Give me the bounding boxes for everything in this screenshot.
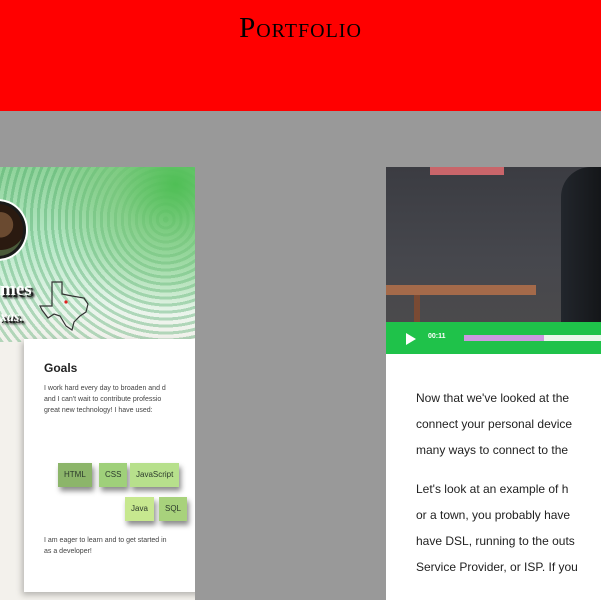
article-line: have DSL, running to the outs [416,534,575,548]
page-title: Portfolio [239,12,362,44]
profile-name: mes [0,279,32,300]
article-line: or a town, you probably have [416,508,571,522]
video-article-card: 00:11 Now that we've looked at the connec… [386,167,601,600]
profile-card: mes xas. Goals I work hard every day to … [0,167,195,600]
profile-location: xas. [0,310,23,325]
video-progress-bar[interactable] [464,335,601,341]
article-line: Now that we've looked at the [416,391,570,405]
avatar [0,201,26,259]
goals-closing: I am eager to learn and to get started i… [44,537,167,555]
video-time: 00:11 [428,333,446,340]
video-frame[interactable] [386,167,601,322]
article-line: connect your personal device [416,417,573,431]
video-progress-fill [464,335,544,341]
article-body: Now that we've looked at the connect your… [416,385,601,593]
wall-decor [430,167,504,175]
article-line: Let's look at an example of h [416,482,569,496]
table-leg [414,295,420,322]
article-line: many ways to connect to the [416,443,569,457]
texas-map-icon [39,281,89,331]
skill-chip-java: Java [125,497,154,521]
profile-hero: mes xas. [0,167,195,342]
site-header: Portfolio [0,0,601,111]
skill-chip-css: CSS [99,463,128,487]
goals-title: Goals [44,361,78,375]
article-paragraph: Now that we've looked at the connect your… [416,385,601,463]
skill-chip-sql: SQL [159,497,188,521]
goals-card: Goals I work hard every day to broaden a… [24,339,195,592]
article-line: Service Provider, or ISP. If you [416,560,578,574]
article-paragraph: Let's look at an example of h or a town, … [416,476,601,580]
presenter [561,167,601,322]
video-controls: 00:11 [386,322,601,354]
table-top [386,285,536,295]
skill-chip-javascript: JavaScript [130,463,180,487]
skill-chip-html: HTML [58,463,92,487]
play-icon[interactable] [406,333,416,345]
goals-intro: I work hard every day to broaden and d a… [44,385,166,414]
